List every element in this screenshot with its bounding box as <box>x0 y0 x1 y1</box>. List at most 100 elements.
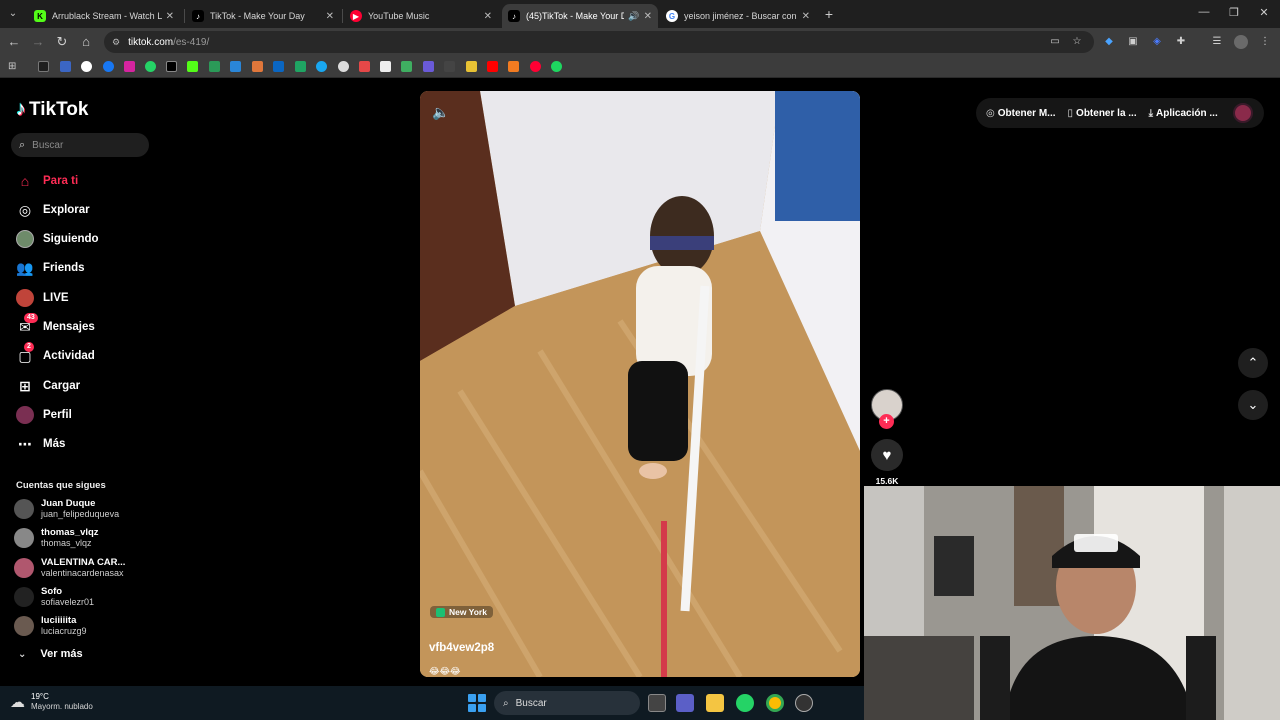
file-explorer-icon[interactable] <box>706 694 724 712</box>
whatsapp-icon[interactable] <box>736 694 754 712</box>
youtube-icon[interactable] <box>487 61 498 72</box>
back-icon[interactable]: ← <box>6 34 22 50</box>
app-icon[interactable] <box>795 694 813 712</box>
next-video-button[interactable]: ⌄ <box>1238 390 1268 420</box>
window-close-icon[interactable]: ✕ <box>1254 6 1274 19</box>
nav-label: Siguiendo <box>43 233 99 245</box>
nav-item-para-ti[interactable]: ⌂ Para ti <box>16 170 78 192</box>
close-icon[interactable]: ✕ <box>166 11 174 22</box>
kebab-menu-icon[interactable]: ⋮ <box>1258 35 1272 49</box>
windows-start-button[interactable] <box>468 694 486 712</box>
restore-icon[interactable]: ❐ <box>1224 6 1244 19</box>
nav-item-siguiendo[interactable]: Siguiendo <box>16 228 99 250</box>
bookmark-icon[interactable] <box>401 61 412 72</box>
bookmark-icon[interactable] <box>338 61 349 72</box>
bookmark-icon[interactable] <box>230 61 241 72</box>
nav-item-friends[interactable]: 👥 Friends <box>16 257 84 279</box>
get-coins-button[interactable]: ◎ Obtener M... <box>986 108 1056 119</box>
nav-item-mensajes[interactable]: ✉ 43 Mensajes <box>16 313 95 338</box>
bookmark-icon[interactable] <box>252 61 263 72</box>
profile-avatar[interactable] <box>1234 35 1248 49</box>
followed-account[interactable]: Sofo sofiavelezr01 <box>14 584 94 610</box>
extension-icon[interactable]: ◈ <box>1150 35 1164 49</box>
instagram-icon[interactable] <box>124 61 135 72</box>
site-settings-icon[interactable]: ⚙ <box>112 37 120 48</box>
nav-label: Cargar <box>43 380 81 392</box>
bookmark-icon[interactable] <box>316 61 327 72</box>
tab-search-icon[interactable]: ☰ <box>1210 35 1224 49</box>
extensions-puzzle-icon[interactable]: ✚ <box>1174 35 1188 49</box>
spotify-icon[interactable] <box>551 61 562 72</box>
bookmark-star-icon[interactable]: ☆ <box>1070 35 1084 49</box>
x-icon[interactable] <box>166 61 177 72</box>
tab-google-search[interactable]: G yeison jiménez - Buscar con Go ✕ <box>660 4 816 28</box>
bookmark-icon[interactable] <box>60 61 71 72</box>
close-icon[interactable]: ✕ <box>802 11 810 22</box>
search-input[interactable]: ⌕ Buscar <box>11 133 149 157</box>
user-avatar[interactable] <box>1233 103 1253 123</box>
teams-icon[interactable] <box>676 694 694 712</box>
home-icon[interactable]: ⌂ <box>78 34 94 50</box>
followed-account[interactable]: thomas_vlqz thomas_vlqz <box>14 525 99 551</box>
follow-plus-icon[interactable]: + <box>879 414 894 429</box>
avatar <box>14 499 34 519</box>
close-icon[interactable]: ✕ <box>484 11 492 22</box>
drive-icon[interactable] <box>295 61 306 72</box>
nav-item-cargar[interactable]: ⊞ Cargar <box>16 375 80 397</box>
video-player[interactable]: 🔈 New York vfb4vew2p8 😂😂😂 <box>420 91 860 677</box>
kick-icon[interactable] <box>187 61 198 72</box>
followed-account[interactable]: luciiiiita luciacruzg9 <box>14 613 87 639</box>
see-more-button[interactable]: ⌄ Ver más <box>18 648 83 660</box>
like-button[interactable]: ♥ <box>871 439 903 471</box>
google-icon[interactable] <box>81 61 92 72</box>
whatsapp-icon[interactable] <box>145 61 156 72</box>
bookmark-icon[interactable] <box>380 61 391 72</box>
address-bar[interactable]: ⚙ tiktok.com/es-419/ <box>104 31 1094 53</box>
tab-youtube-music[interactable]: ▶ YouTube Music ✕ <box>344 4 498 28</box>
youtube-music-icon[interactable] <box>530 61 541 72</box>
speaker-icon[interactable]: 🔊 <box>628 11 639 22</box>
followed-account[interactable]: Juan Duque juan_felipeduqueva <box>14 496 119 522</box>
weather-widget[interactable]: ☁ 19°C Mayorm. nublado <box>10 692 93 712</box>
bookmark-icon[interactable] <box>38 61 49 72</box>
reload-icon[interactable]: ↻ <box>54 34 70 50</box>
location-tag[interactable]: New York <box>430 606 493 618</box>
close-icon[interactable]: ✕ <box>644 11 652 22</box>
previous-video-button[interactable]: ⌃ <box>1238 348 1268 378</box>
forward-icon[interactable]: → <box>30 34 46 50</box>
bookmark-icon[interactable] <box>444 61 455 72</box>
facebook-icon[interactable] <box>103 61 114 72</box>
followed-account[interactable]: VALENTINA CAR... valentinacardenasax <box>14 555 125 581</box>
nav-item-explorar[interactable]: ◎ Explorar <box>16 199 90 221</box>
tab-tiktok-active[interactable]: ♪ (45)TikTok - Make Your Day 🔊 ✕ <box>502 4 658 28</box>
extension-icon[interactable]: ▣ <box>1126 35 1140 49</box>
cast-icon[interactable]: ▭ <box>1048 35 1062 49</box>
bookmark-icon[interactable] <box>359 61 370 72</box>
get-app-button[interactable]: ▯ Obtener la ... <box>1068 108 1137 119</box>
minimize-icon[interactable]: — <box>1194 6 1214 18</box>
bookmark-icon[interactable] <box>209 61 220 72</box>
bookmark-icon[interactable] <box>423 61 434 72</box>
bookmark-icon[interactable] <box>466 61 477 72</box>
tab-search-chevron-icon[interactable]: ⌄ <box>4 5 22 23</box>
tab-arrublack[interactable]: K Arrublack Stream - Watch Live ✕ <box>28 4 180 28</box>
apps-grid-icon[interactable]: ⊞ <box>8 61 19 72</box>
extension-shield-icon[interactable]: ◆ <box>1102 35 1116 49</box>
nav-item-live[interactable]: LIVE <box>16 287 69 309</box>
taskbar-search[interactable]: ⌕ Buscar <box>494 691 640 715</box>
tab-title: TikTok - Make Your Day <box>210 11 305 21</box>
nav-item-actividad[interactable]: ▢ 2 Actividad <box>16 342 95 367</box>
chrome-icon[interactable] <box>766 694 784 712</box>
tab-tiktok[interactable]: ♪ TikTok - Make Your Day ✕ <box>186 4 340 28</box>
tiktok-logo[interactable]: ♪ TikTok <box>16 98 88 121</box>
close-icon[interactable]: ✕ <box>326 11 334 22</box>
volume-icon[interactable]: 🔈 <box>432 104 449 121</box>
desktop-app-button[interactable]: ⤓ Aplicación ... <box>1149 108 1218 119</box>
task-view-icon[interactable] <box>648 694 666 712</box>
new-tab-button[interactable]: + <box>820 5 838 23</box>
nav-item-mas[interactable]: ⋯ Más <box>16 433 65 455</box>
video-author[interactable]: vfb4vew2p8 <box>429 642 494 654</box>
nav-item-perfil[interactable]: Perfil <box>16 404 72 426</box>
linkedin-icon[interactable] <box>273 61 284 72</box>
bookmark-icon[interactable] <box>508 61 519 72</box>
